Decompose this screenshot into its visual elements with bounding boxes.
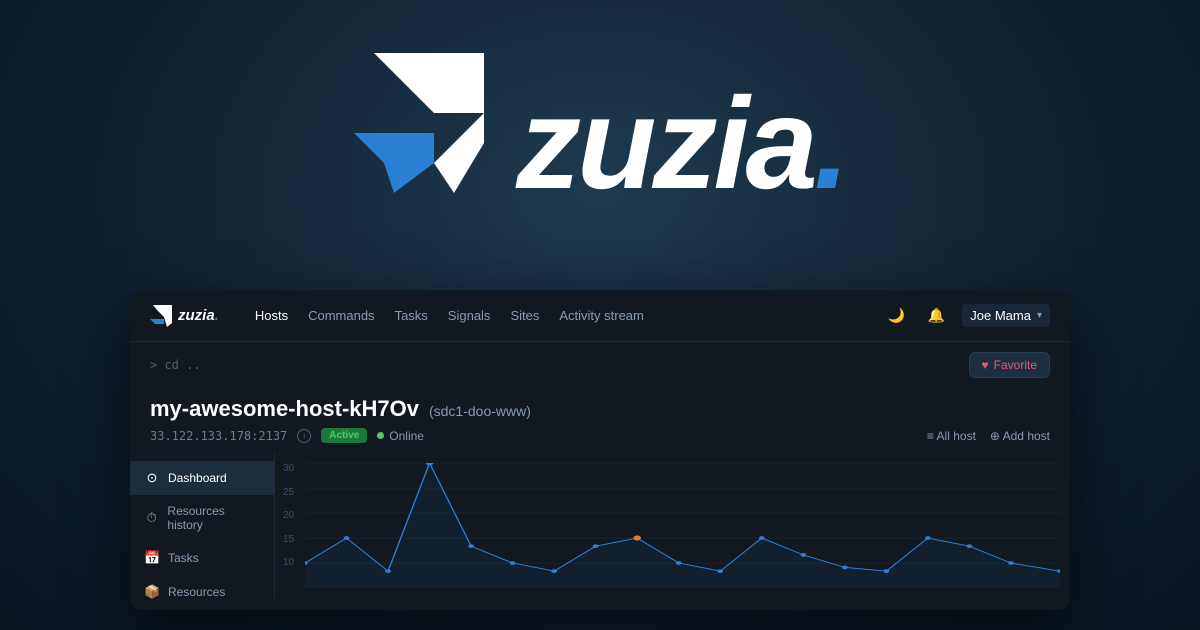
username: Joe Mama xyxy=(970,308,1031,323)
hero-logo-icon xyxy=(354,53,484,233)
user-menu[interactable]: Joe Mama ▾ xyxy=(962,304,1050,327)
nav-sites[interactable]: Sites xyxy=(510,304,539,327)
app-window: zuzia. Hosts Commands Tasks Signals Site… xyxy=(130,290,1070,610)
sidebar-item-resources[interactable]: 📦 Resources xyxy=(130,575,274,609)
sidebar-label-resources-history: Resources history xyxy=(167,504,260,532)
nav-tasks[interactable]: Tasks xyxy=(395,304,428,327)
hero-logo-text: zuzia. xyxy=(516,78,846,208)
host-name: my-awesome-host-kH7Ov xyxy=(150,396,419,422)
nav-signals[interactable]: Signals xyxy=(448,304,491,327)
favorite-label: Favorite xyxy=(994,358,1037,372)
host-meta: 33.122.133.178:2137 i Active Online ≡ Al… xyxy=(150,428,1050,443)
host-alias: (sdc1-doo-www) xyxy=(429,403,531,419)
nav-links: Hosts Commands Tasks Signals Sites Activ… xyxy=(255,304,858,327)
nav-commands[interactable]: Commands xyxy=(308,304,374,327)
sidebar-label-resources: Resources xyxy=(168,585,225,599)
online-status: Online xyxy=(377,429,424,443)
host-header: my-awesome-host-kH7Ov (sdc1-doo-www) 33.… xyxy=(130,388,1070,453)
add-host-link[interactable]: ⊕ Add host xyxy=(990,429,1050,443)
dashboard-icon: ⊙ xyxy=(144,470,160,486)
chart-svg-wrapper xyxy=(305,463,1060,588)
nav-activity-stream[interactable]: Activity stream xyxy=(559,304,644,327)
sidebar: ⊙ Dashboard ⏱ Resources history 📅 Tasks … xyxy=(130,453,275,598)
user-chevron: ▾ xyxy=(1037,310,1042,321)
hero-section: zuzia. xyxy=(0,0,1200,285)
breadcrumb-bar: > cd .. ♥ Favorite xyxy=(130,342,1070,388)
nav-right: 🌙 🔔 Joe Mama ▾ xyxy=(882,302,1050,330)
sidebar-label-dashboard: Dashboard xyxy=(168,471,227,485)
main-content: ⊙ Dashboard ⏱ Resources history 📅 Tasks … xyxy=(130,453,1070,598)
host-ip: 33.122.133.178:2137 xyxy=(150,429,287,443)
tasks-icon: 📅 xyxy=(144,550,160,566)
nav-brand[interactable]: zuzia. xyxy=(150,305,219,327)
status-label: Online xyxy=(389,429,424,443)
chart-area: 30 25 20 15 10 xyxy=(275,453,1070,598)
info-icon[interactable]: i xyxy=(297,429,311,443)
chart-y-labels: 30 25 20 15 10 xyxy=(283,463,294,568)
dark-mode-button[interactable]: 🌙 xyxy=(882,302,910,330)
host-actions: ≡ All host ⊕ Add host xyxy=(927,429,1050,443)
nav-hosts[interactable]: Hosts xyxy=(255,304,288,327)
y-label-25: 25 xyxy=(283,487,294,498)
navbar: zuzia. Hosts Commands Tasks Signals Site… xyxy=(130,290,1070,342)
y-label-10: 10 xyxy=(283,557,294,568)
y-label-20: 20 xyxy=(283,510,294,521)
breadcrumb: > cd .. xyxy=(150,358,201,372)
y-label-30: 30 xyxy=(283,463,294,474)
y-label-15: 15 xyxy=(283,534,294,545)
heart-icon: ♥ xyxy=(982,358,989,372)
favorite-button[interactable]: ♥ Favorite xyxy=(969,352,1050,378)
notifications-button[interactable]: 🔔 xyxy=(922,302,950,330)
brand-icon xyxy=(150,305,172,327)
sidebar-label-tasks: Tasks xyxy=(168,551,199,565)
active-badge: Active xyxy=(321,428,367,443)
host-title-row: my-awesome-host-kH7Ov (sdc1-doo-www) xyxy=(150,396,1050,422)
status-dot xyxy=(377,432,384,439)
brand-name: zuzia. xyxy=(178,307,219,324)
resources-history-icon: ⏱ xyxy=(144,510,159,526)
chart-svg xyxy=(305,463,1060,588)
resources-icon: 📦 xyxy=(144,584,160,600)
sidebar-item-dashboard[interactable]: ⊙ Dashboard xyxy=(130,461,274,495)
sidebar-item-resources-history[interactable]: ⏱ Resources history xyxy=(130,495,274,541)
all-host-link[interactable]: ≡ All host xyxy=(927,429,976,443)
sidebar-item-tasks[interactable]: 📅 Tasks xyxy=(130,541,274,575)
